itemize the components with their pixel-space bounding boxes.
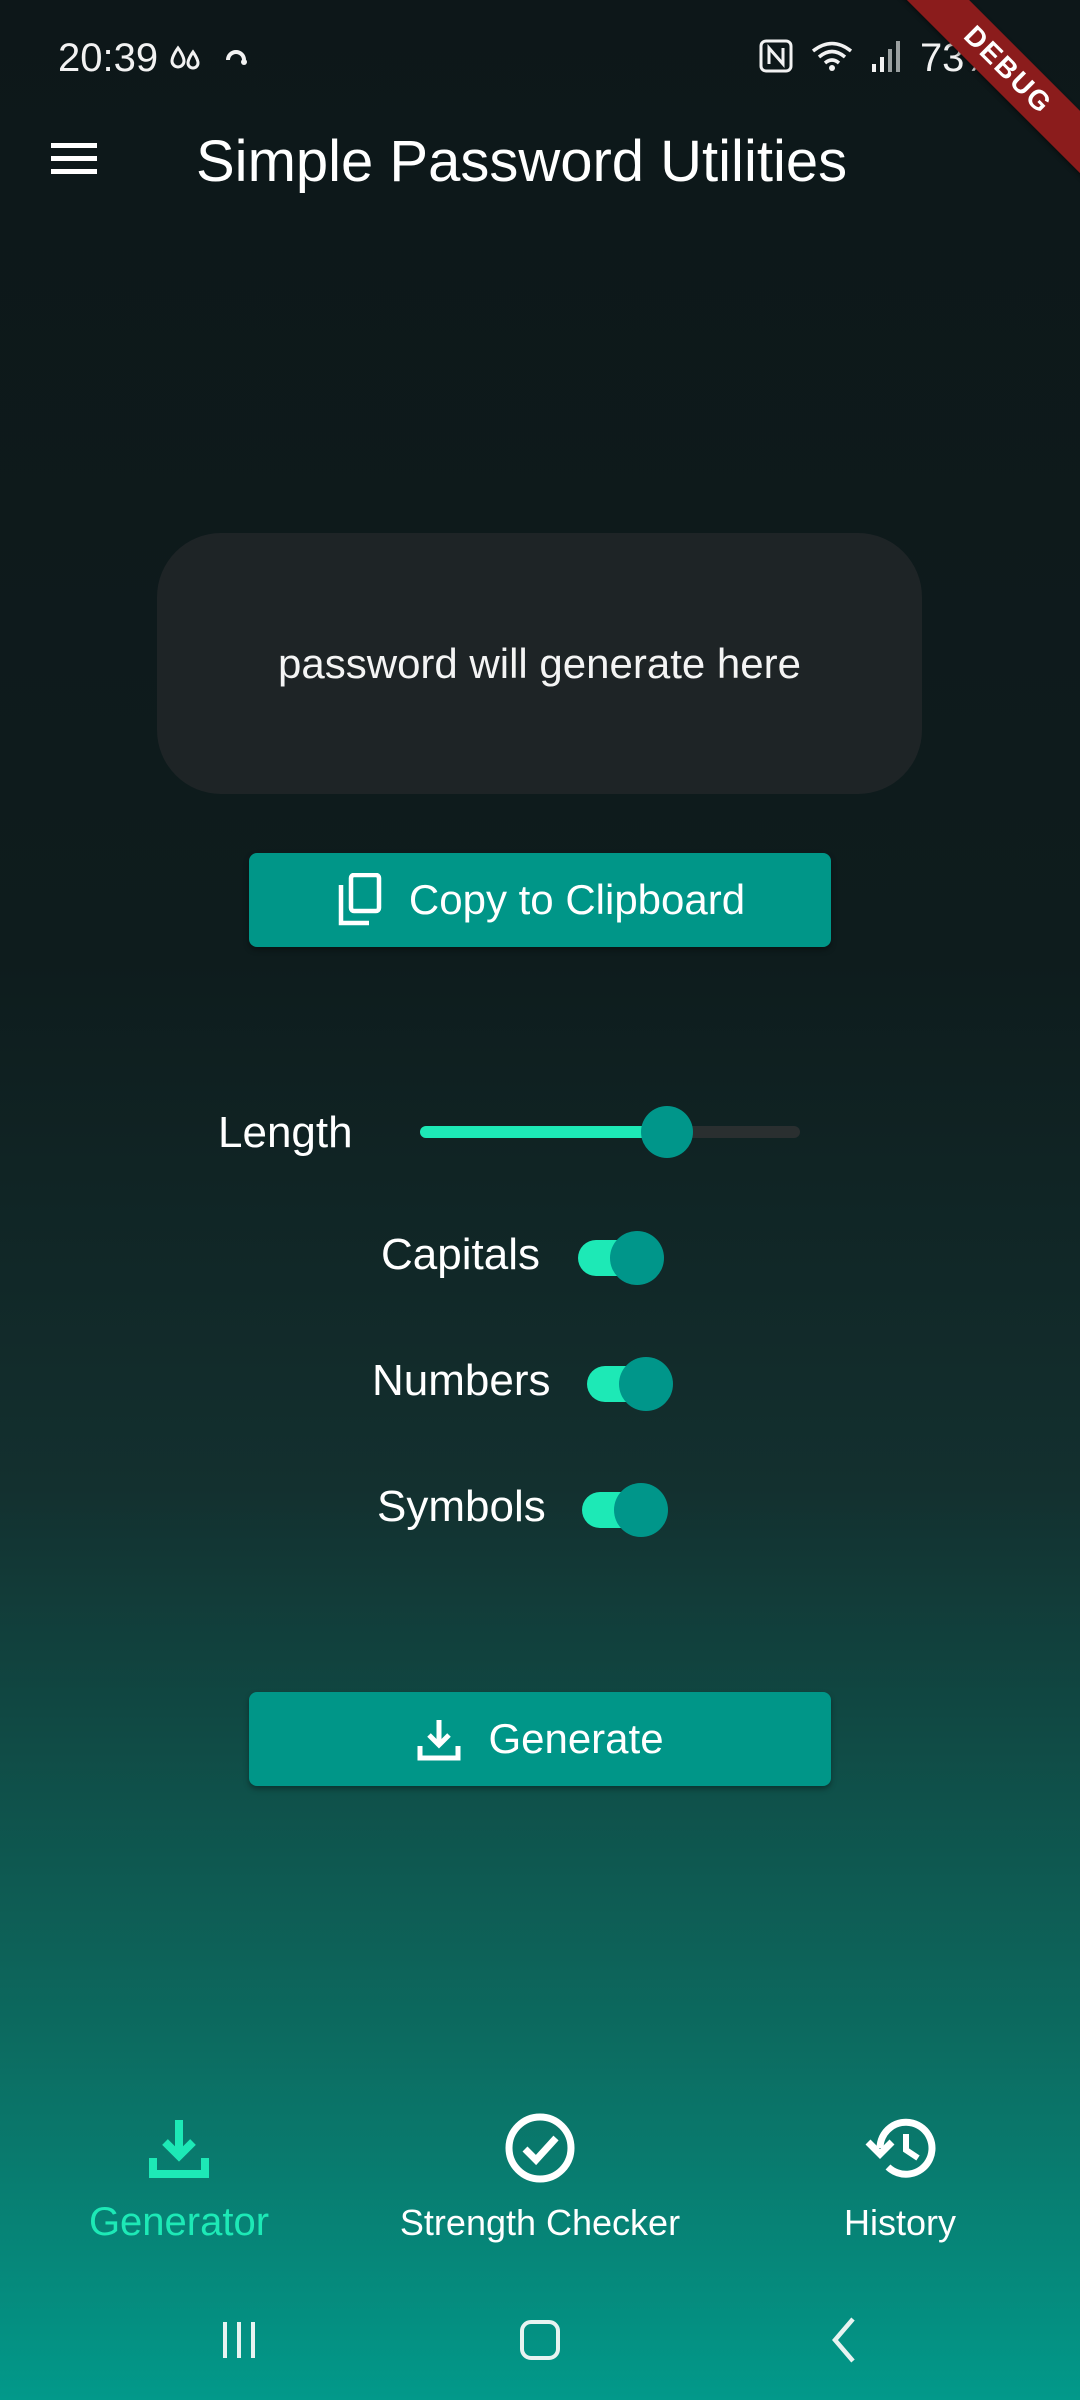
status-bar: 20:39 73% [0,0,1080,120]
password-placeholder-text: password will generate here [278,639,801,687]
recent-apps-icon [223,2322,255,2358]
nav-item-history[interactable]: History [800,2110,1000,2244]
numbers-switch-thumb [619,1357,673,1411]
app-bar: Simple Password Utilities [0,120,1080,200]
drops-icon [168,40,204,81]
home-icon [520,2320,560,2360]
length-slider[interactable] [420,1106,800,1158]
recent-apps-button[interactable] [204,2310,274,2370]
length-label: Length [218,1108,353,1157]
copy-to-clipboard-button[interactable]: Copy to Clipboard [249,853,831,947]
generate-button-label: Generate [488,1715,664,1762]
bottom-navigation: Generator Strength Checker History [0,2110,1080,2260]
symbols-switch[interactable] [582,1483,668,1537]
back-chevron-icon [832,2317,855,2363]
capitals-switch-thumb [610,1231,664,1285]
download-icon [141,2110,217,2186]
capitals-option-row: Capitals [0,1218,1080,1298]
status-time: 20:39 [58,36,159,80]
signal-icon [870,38,904,79]
hamburger-menu-icon [51,143,97,174]
check-circle-icon [502,2110,578,2186]
nav-label-history: History [843,2202,956,2243]
back-button[interactable] [810,2310,880,2370]
nfc-icon [758,38,794,79]
capitals-switch[interactable] [578,1231,664,1285]
nav-item-strength-checker[interactable]: Strength Checker [380,2110,700,2244]
password-display-card: password will generate here [157,533,922,794]
numbers-option-row: Numbers [0,1344,1080,1424]
history-icon [862,2110,938,2186]
symbols-label: Symbols [377,1482,546,1531]
page-title: Simple Password Utilities [196,129,848,194]
copy-button-label: Copy to Clipboard [408,876,746,923]
numbers-label: Numbers [372,1356,551,1405]
nav-label-generator: Generator [88,2200,270,2244]
home-button[interactable] [505,2310,575,2370]
length-slider-fill [420,1126,667,1138]
nav-label-strength-checker: Strength Checker [399,2202,681,2243]
menu-button[interactable] [44,128,104,188]
capitals-label: Capitals [381,1230,540,1279]
wifi-icon [810,38,854,79]
download-icon [417,1720,461,1761]
nav-item-generator[interactable]: Generator [78,2110,280,2245]
symbols-option-row: Symbols [0,1470,1080,1550]
status-notification-icons [168,40,250,81]
length-slider-thumb[interactable] [641,1106,693,1158]
system-navigation-bar [0,2290,1080,2400]
numbers-switch[interactable] [587,1357,673,1411]
sync-icon [222,40,250,81]
generate-button[interactable]: Generate [249,1692,831,1786]
symbols-switch-thumb [614,1483,668,1537]
app-screen: 20:39 73% DEBUG Simple Password Utilitie… [0,0,1080,2400]
copy-icon [338,873,382,926]
